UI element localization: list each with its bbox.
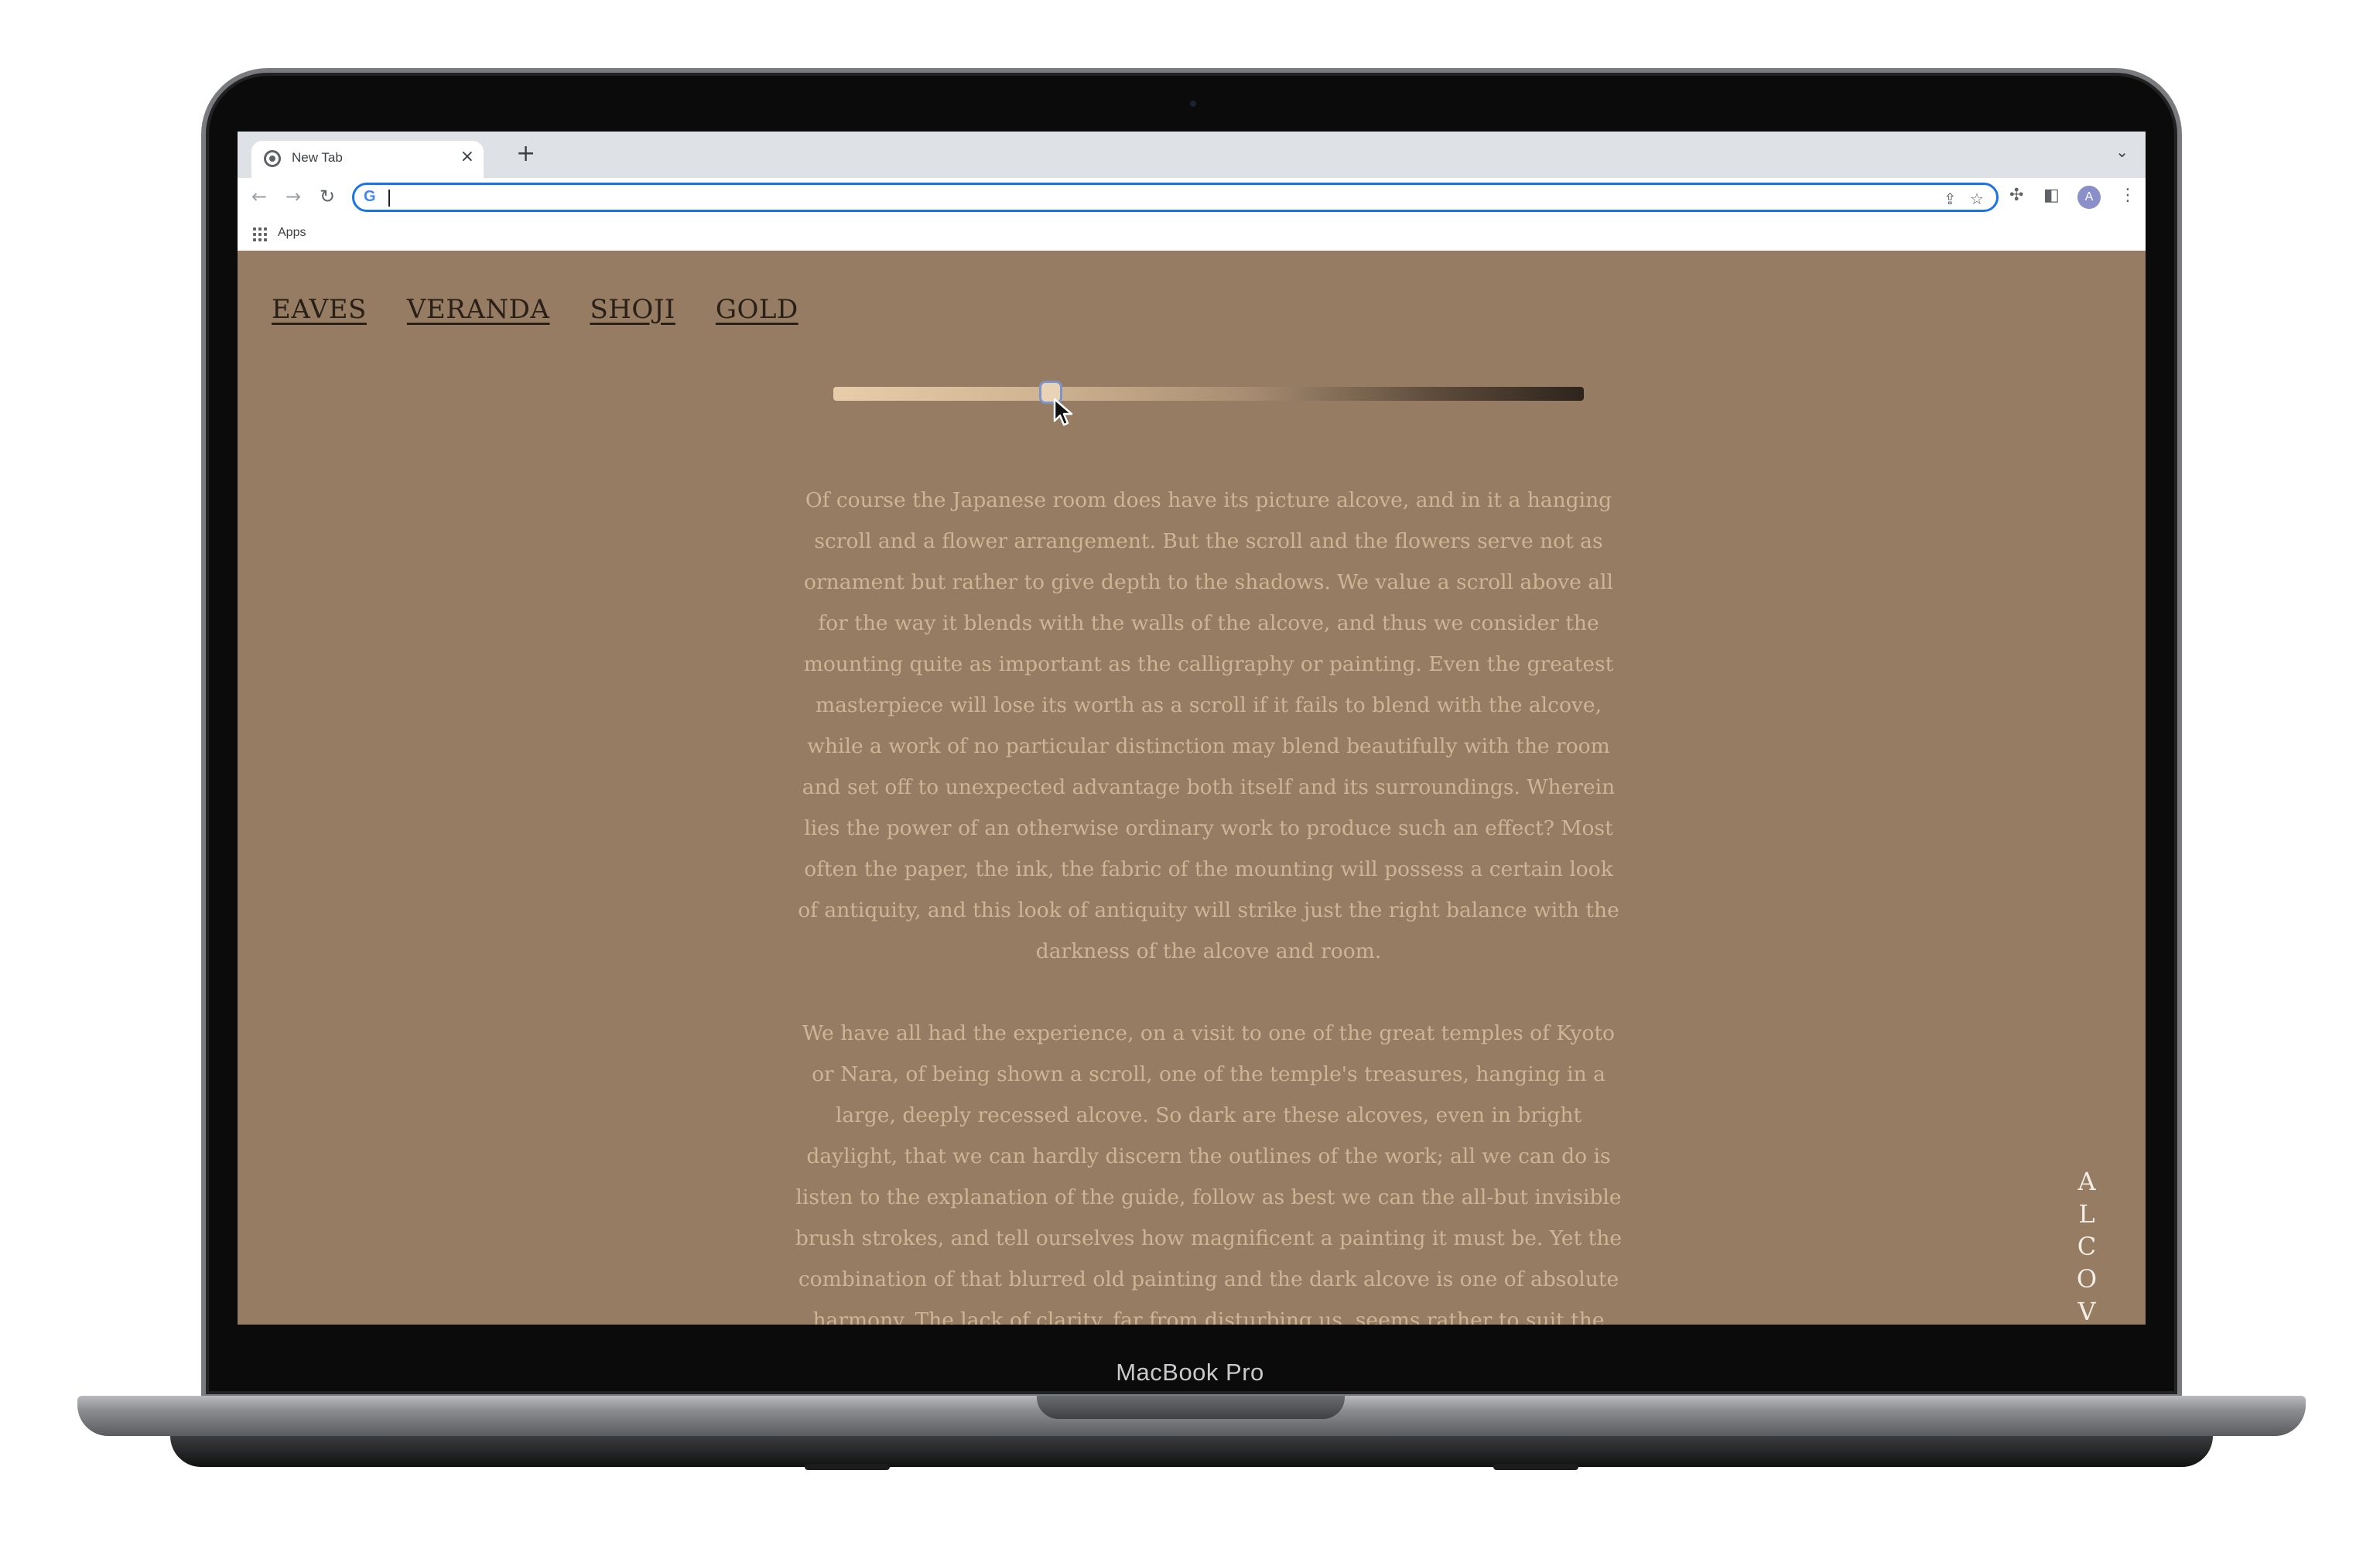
address-bar[interactable]: G ⇪ ☆	[352, 183, 1999, 212]
laptop-opening-notch	[1037, 1396, 1345, 1419]
laptop-foot	[805, 1464, 890, 1470]
back-arrow-icon[interactable]: ←	[251, 186, 267, 207]
vertical-letter: A	[2077, 1167, 2096, 1196]
vertical-letter: C	[2077, 1232, 2097, 1261]
article-paragraph: Of course the Japanese room does have it…	[798, 488, 1619, 963]
text-caret	[388, 190, 390, 207]
screenshot-stage: New Tab × + ⌄ ← → ↻ G ⇪ ☆ ✣ ◧ A ⋮ Apps E…	[0, 0, 2380, 1542]
laptop-screen: New Tab × + ⌄ ← → ↻ G ⇪ ☆ ✣ ◧ A ⋮ Apps E…	[238, 132, 2146, 1325]
tab-close-icon[interactable]: ×	[460, 147, 474, 166]
tab-title: New Tab	[292, 150, 343, 165]
new-tab-button[interactable]: +	[516, 142, 535, 166]
google-g-icon: G	[364, 188, 376, 205]
side-panel-icon[interactable]: ◧	[2043, 186, 2060, 205]
camera-icon	[1190, 101, 1196, 107]
forward-arrow-icon[interactable]: →	[286, 186, 301, 207]
browser-toolbar: ← → ↻ G ⇪ ☆ ✣ ◧ A ⋮	[238, 178, 2146, 217]
shade-slider-track[interactable]	[833, 387, 1584, 401]
nav-link-shoji[interactable]: SHOJI	[590, 294, 675, 325]
apps-bookmark[interactable]: Apps	[278, 226, 306, 240]
article-text: Of course the Japanese room does have it…	[795, 480, 1623, 1325]
kebab-menu-icon[interactable]: ⋮	[2119, 186, 2136, 205]
bookmarks-bar: Apps	[238, 217, 2146, 251]
share-icon[interactable]: ⇪	[1944, 190, 1957, 208]
device-label: MacBook Pro	[1116, 1359, 1264, 1386]
reload-icon[interactable]: ↻	[320, 186, 335, 207]
vertical-letter: L	[2078, 1199, 2095, 1229]
nav-link-eaves[interactable]: EAVES	[272, 294, 367, 325]
laptop-base-underside	[170, 1436, 2213, 1467]
nav-link-veranda[interactable]: VERANDA	[407, 294, 550, 325]
apps-grid-icon[interactable]	[253, 227, 267, 241]
bookmark-star-icon[interactable]: ☆	[1970, 190, 1984, 208]
vertical-letter: V	[2077, 1297, 2096, 1325]
alcove-vertical-label[interactable]: A L C O V E	[2070, 1165, 2104, 1325]
address-input[interactable]	[393, 187, 1913, 210]
laptop-foot	[1493, 1464, 1578, 1470]
article-paragraph: We have all had the experience, on a vis…	[795, 1021, 1623, 1325]
tab-list-chevron-icon[interactable]: ⌄	[2115, 142, 2129, 161]
chrome-favicon-icon	[264, 150, 281, 167]
browser-tab[interactable]: New Tab ×	[251, 141, 484, 178]
site-nav: EAVES VERANDA SHOJI GOLD	[272, 294, 798, 325]
nav-link-gold[interactable]: GOLD	[716, 294, 798, 325]
browser-tabstrip: New Tab × + ⌄	[238, 132, 2146, 178]
profile-avatar[interactable]: A	[2077, 186, 2101, 209]
extensions-puzzle-icon[interactable]: ✣	[2009, 186, 2023, 205]
web-page: EAVES VERANDA SHOJI GOLD Of course the J…	[238, 251, 2146, 1325]
mouse-pointer-icon	[1054, 398, 1073, 426]
vertical-letter: O	[2076, 1264, 2098, 1294]
